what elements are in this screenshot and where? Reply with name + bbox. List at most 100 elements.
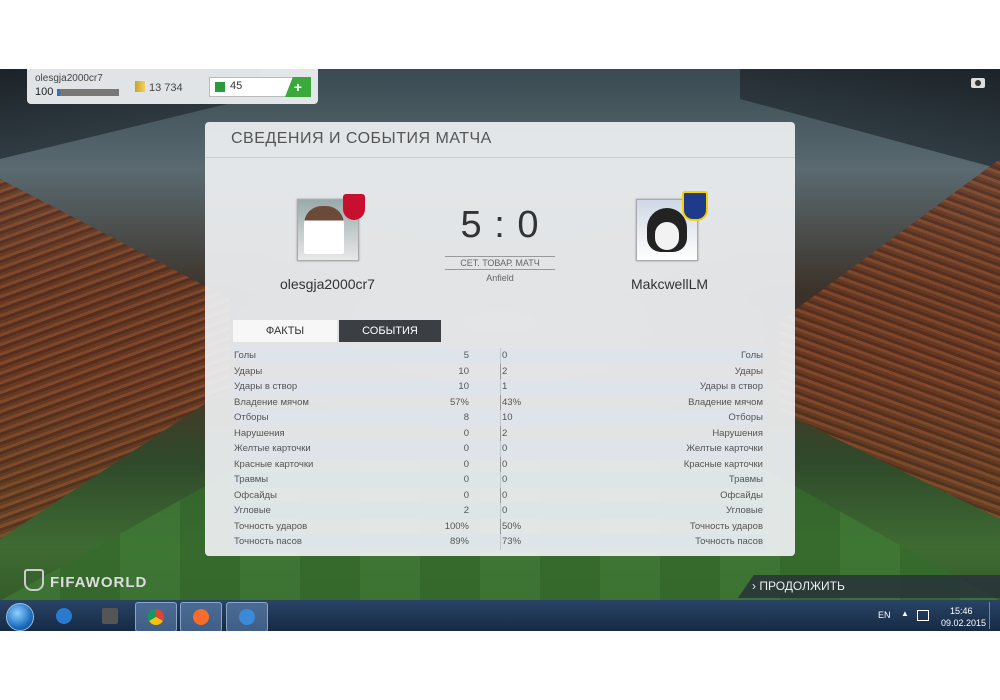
stat-home-value: 2 [463, 505, 469, 516]
stat-label-home: Красные карточки [234, 458, 314, 470]
stat-home-value: 0 [463, 458, 469, 470]
show-desktop-button[interactable] [989, 602, 998, 629]
stat-row: Удары 10 2 Удары [233, 364, 765, 380]
points-balance: 45 + [209, 77, 311, 97]
stat-label-away: Нарушения [712, 427, 763, 439]
stat-label-away: Отборы [728, 412, 763, 423]
panel-title: СВЕДЕНИЯ И СОБЫТИЯ МАТЧА [231, 130, 492, 147]
stat-home-value: 0 [463, 427, 469, 439]
user-level: 100 [35, 86, 54, 98]
coin-icon [135, 81, 145, 92]
taskbar-media-player[interactable] [44, 602, 84, 630]
stat-row: Точность пасов 89% 73% Точность пасов [233, 534, 765, 550]
fifaworld-logo: FIFAWORLD [24, 569, 147, 591]
stat-away-value: 0 [502, 443, 508, 454]
stat-home-value: 100% [444, 520, 469, 532]
clock-date[interactable]: 09.02.2015 [941, 618, 986, 628]
ea-shield-icon [24, 569, 44, 591]
points-icon [215, 82, 225, 92]
stat-row: Красные карточки 0 0 Красные карточки [233, 457, 765, 473]
tab-events[interactable]: СОБЫТИЯ [339, 320, 441, 342]
game-screen: olesgja2000cr7 100 13 734 45 + СВЕДЕНИЯ … [0, 69, 1000, 631]
penguin-avatar-icon [647, 208, 687, 252]
stat-home-value: 10 [458, 365, 469, 377]
clock-time[interactable]: 15:46 [950, 606, 973, 616]
stat-row: Удары в створ 10 1 Удары в створ [233, 379, 765, 395]
stat-home-value: 89% [449, 536, 469, 547]
away-club-crest-icon [682, 191, 708, 221]
stat-label-home: Нарушения [234, 427, 285, 439]
add-points-button[interactable]: + [285, 77, 311, 97]
away-team-name: MakcwellLM [631, 276, 709, 292]
stat-row: Угловые 2 0 Угловые [233, 503, 765, 519]
stat-label-home: Травмы [234, 474, 269, 485]
stat-row: Нарушения 0 2 Нарушения [233, 426, 765, 442]
stat-row: Офсайды 0 0 Офсайды [233, 488, 765, 504]
stat-away-value: 1 [502, 381, 508, 392]
match-score: 5 : 0 [460, 204, 540, 246]
match-details-panel: СВЕДЕНИЯ И СОБЫТИЯ МАТЧА olesgja2000cr7 … [205, 122, 795, 556]
taskbar-origin[interactable] [180, 602, 222, 631]
continue-button[interactable]: › ПРОДОЛЖИТЬ [738, 575, 1000, 598]
xp-progress-bar [57, 89, 119, 96]
stadium-stand-right [780, 159, 1000, 519]
stat-label-away: Желтые карточки [686, 443, 763, 454]
stat-away-value: 2 [502, 365, 508, 377]
stat-label-away: Голы [741, 350, 763, 361]
stat-label-away: Офсайды [720, 489, 763, 501]
stadium-stand-left [0, 179, 230, 539]
taskbar-film[interactable] [90, 602, 130, 630]
match-type: СЕТ. ТОВАР. МАТЧ [445, 256, 555, 270]
stat-away-value: 43% [502, 396, 522, 408]
stat-label-away: Красные карточки [683, 458, 763, 470]
origin-icon [193, 609, 209, 625]
username: olesgja2000cr7 [35, 73, 103, 84]
media-player-icon [56, 608, 72, 624]
chrome-icon [148, 609, 164, 625]
stat-home-value: 5 [463, 350, 469, 361]
stat-label-home: Голы [234, 350, 256, 361]
stat-label-home: Точность пасов [234, 536, 302, 547]
stat-row: Точность ударов 100% 50% Точность ударов [233, 519, 765, 535]
film-icon [102, 608, 118, 624]
stat-home-value: 0 [463, 489, 469, 501]
network-icon[interactable] [917, 610, 929, 621]
stat-away-value: 0 [502, 350, 508, 361]
logo-text: FIFAWORLD [50, 574, 148, 591]
stat-away-value: 0 [502, 474, 508, 485]
stat-away-value: 10 [502, 412, 513, 423]
taskbar-fifaworld[interactable] [226, 602, 268, 631]
stat-label-home: Удары в створ [234, 381, 298, 392]
stat-label-away: Точность ударов [689, 520, 763, 532]
stat-label-away: Удары в створ [699, 381, 763, 392]
stat-label-home: Угловые [234, 505, 271, 516]
windows-start-icon[interactable] [6, 603, 34, 631]
taskbar-chrome[interactable] [135, 602, 177, 631]
header-divider [205, 157, 795, 158]
home-club-crest-icon [343, 194, 365, 220]
stat-away-value: 0 [502, 505, 508, 516]
stat-away-value: 2 [502, 427, 508, 439]
stat-row: Голы 5 0 Голы [233, 348, 765, 364]
stat-row: Владение мячом 57% 43% Владение мячом [233, 395, 765, 411]
stat-label-home: Офсайды [234, 489, 277, 501]
stat-label-home: Желтые карточки [234, 443, 311, 454]
stat-label-away: Угловые [726, 505, 763, 516]
tray-expand-icon[interactable]: ▲ [901, 609, 909, 618]
stat-home-value: 57% [449, 396, 469, 408]
points-value: 45 [230, 80, 243, 92]
coins-balance: 13 734 [135, 81, 183, 94]
stat-row: Желтые карточки 0 0 Желтые карточки [233, 441, 765, 457]
stat-away-value: 0 [502, 489, 508, 501]
tab-facts[interactable]: ФАКТЫ [233, 320, 337, 342]
player-photo [304, 206, 344, 254]
stat-row: Отборы 8 10 Отборы [233, 410, 765, 426]
xp-progress-fill [57, 89, 61, 96]
language-indicator[interactable]: EN [878, 610, 891, 620]
stat-away-value: 50% [502, 520, 522, 532]
camera-icon[interactable] [971, 78, 985, 88]
taskbar: EN ▲ 15:46 09.02.2015 [0, 600, 1000, 631]
stat-home-value: 10 [458, 381, 469, 392]
stat-label-away: Удары [734, 365, 763, 377]
stat-label-away: Владение мячом [688, 396, 763, 408]
